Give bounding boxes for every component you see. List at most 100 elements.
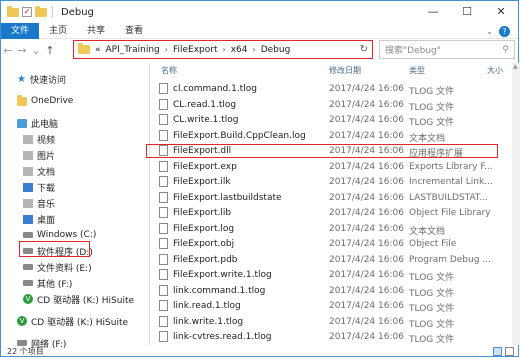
chevron-right-icon[interactable]: ›	[223, 45, 226, 54]
file-icon	[159, 331, 168, 342]
expand-ribbon-icon[interactable]: ⌄	[486, 27, 493, 36]
documents-icon	[23, 166, 33, 176]
pane-divider[interactable]	[149, 63, 150, 345]
drive-icon	[23, 280, 33, 286]
chevron-right-icon[interactable]: ›	[165, 45, 168, 54]
breadcrumb-debug[interactable]: Debug	[261, 45, 291, 55]
table-row[interactable]: FileExport.Build.CppClean.log 2017/4/24 1…	[151, 129, 511, 144]
table-row[interactable]: FileExport.lib 2017/4/24 16:06 Object File…	[151, 206, 511, 221]
sidebar-item-music[interactable]: 音乐	[23, 195, 55, 211]
sidebar-item-drive-e[interactable]: 文件资料 (E:)	[23, 259, 92, 275]
computer-icon	[17, 118, 27, 128]
file-type: TLOG 文件	[409, 335, 455, 345]
details-view-icon[interactable]	[493, 347, 502, 356]
sidebar-item-downloads[interactable]: 下载	[23, 179, 55, 195]
file-date: 2017/4/24 16:06	[329, 161, 404, 172]
table-row[interactable]: CL.read.1.tlog 2017/4/24 16:06 TLOG 文件	[151, 98, 511, 113]
file-type: TLOG 文件	[409, 273, 455, 283]
desktop-icon	[23, 214, 33, 224]
chevron-right-icon[interactable]: ›	[253, 45, 256, 54]
minimize-button[interactable]: —	[416, 1, 450, 23]
table-row[interactable]: FileExport.lastbuildstate 2017/4/24 16:06…	[151, 191, 511, 206]
music-icon	[23, 198, 33, 208]
sidebar-item-cd-drive-root[interactable]: V CD 驱动器 (K:) HiSuite	[17, 313, 128, 329]
file-icon	[159, 238, 168, 249]
breadcrumb-x64[interactable]: x64	[231, 45, 248, 55]
table-row[interactable]: FileExport.obj 2017/4/24 16:06 Object File	[151, 237, 511, 252]
table-row[interactable]: link.write.1.tlog 2017/4/24 16:06 TLOG 文件	[151, 315, 511, 330]
quick-access-toolbar: ✓	[1, 5, 55, 18]
maximize-button[interactable]: ☐	[450, 1, 484, 23]
file-date: 2017/4/24 16:06	[329, 254, 404, 265]
column-name[interactable]: 名称	[161, 65, 177, 76]
table-row[interactable]: FileExport.pdb 2017/4/24 16:06 Program Deb…	[151, 253, 511, 268]
sidebar-item-quick-access[interactable]: ★ 快速访问	[17, 71, 66, 87]
tab-share[interactable]: 共享	[77, 23, 115, 39]
hisuite-icon: V	[17, 316, 27, 326]
table-row[interactable]: FileExport.ilk 2017/4/24 16:06 Incremental…	[151, 175, 511, 190]
breadcrumb-overflow[interactable]: «	[95, 45, 101, 55]
table-row[interactable]: FileExport.log 2017/4/24 16:06 文本文档	[151, 222, 511, 237]
refresh-icon[interactable]: ↻	[360, 44, 368, 55]
close-button[interactable]: ✕	[484, 1, 518, 23]
folder-icon	[78, 43, 90, 54]
file-name: link.command.1.tlog	[173, 285, 266, 296]
table-row[interactable]: cl.command.1.tlog 2017/4/24 16:06 TLOG 文件	[151, 82, 511, 97]
file-name: link-cvtres.read.1.tlog	[173, 332, 272, 342]
column-date[interactable]: 修改日期	[329, 65, 361, 76]
address-path-box[interactable]: « API_Training › FileExport › x64 › Debu…	[73, 40, 373, 59]
folder-icon	[17, 94, 27, 106]
file-date: 2017/4/24 16:06	[329, 177, 404, 187]
sidebar-item-pictures[interactable]: 图片	[23, 147, 55, 163]
sidebar-item-videos[interactable]: 视频	[23, 131, 55, 147]
file-name: FileExport.lib	[173, 208, 232, 218]
search-icon[interactable]: ⚲	[502, 45, 509, 55]
vertical-scrollbar[interactable]: ▲	[512, 63, 520, 345]
column-type[interactable]: 类型	[409, 65, 425, 76]
table-row[interactable]: FileExport.exp 2017/4/24 16:06 Exports Lib…	[151, 160, 511, 175]
file-type: 文本文档	[409, 133, 446, 144]
table-row[interactable]: CL.write.1.tlog 2017/4/24 16:06 TLOG 文件	[151, 113, 511, 128]
back-button[interactable]: ←	[1, 44, 15, 57]
sidebar-item-cd-drive[interactable]: V CD 驱动器 (K:) HiSuite	[23, 291, 134, 307]
scroll-up-icon[interactable]: ▲	[513, 63, 518, 70]
address-bar-row: ← → ⌄ ↑ « API_Training › FileExport › x6…	[1, 39, 518, 61]
tab-file[interactable]: 文件	[1, 22, 40, 39]
large-icons-view-icon[interactable]	[505, 347, 514, 356]
up-button[interactable]: ↑	[43, 44, 57, 57]
search-input[interactable]: 搜索"Debug" ⚲	[379, 40, 515, 59]
breadcrumb-fileexport[interactable]: FileExport	[173, 45, 218, 55]
toolbar-divider	[52, 6, 53, 18]
table-row[interactable]: link.read.1.tlog 2017/4/24 16:06 TLOG 文件	[151, 299, 511, 314]
file-date: 2017/4/24 16:06	[329, 270, 404, 280]
column-size[interactable]: 大小	[487, 65, 503, 76]
help-icon[interactable]: ?	[499, 25, 510, 37]
file-type: TLOG 文件	[409, 304, 455, 314]
file-name: cl.command.1.tlog	[173, 84, 257, 94]
sidebar-item-documents[interactable]: 文档	[23, 163, 55, 179]
sidebar-item-drive-f[interactable]: 其他 (F:)	[23, 275, 72, 291]
new-folder-icon[interactable]	[35, 5, 47, 17]
file-icon	[159, 253, 168, 265]
sidebar-item-desktop[interactable]: 桌面	[23, 211, 55, 227]
file-date: 2017/4/24 16:06	[329, 130, 404, 141]
table-row[interactable]: FileExport.write.1.tlog 2017/4/24 16:06 TL…	[151, 268, 511, 283]
forward-button[interactable]: →	[15, 44, 29, 57]
title-bar: ✓ Debug — ☐ ✕	[1, 1, 518, 23]
sidebar-item-this-pc[interactable]: 此电脑	[17, 115, 58, 131]
file-icon	[159, 222, 168, 234]
file-date: 2017/4/24 16:06	[329, 192, 404, 203]
table-row[interactable]: link.command.1.tlog 2017/4/24 16:06 TLOG 文…	[151, 284, 511, 299]
file-type: Exports Library F...	[409, 161, 493, 172]
tab-home[interactable]: 主页	[39, 23, 77, 39]
file-icon	[159, 207, 168, 218]
file-date: 2017/4/24 16:06	[329, 239, 404, 249]
video-icon	[23, 134, 33, 144]
table-row[interactable]: link-cvtres.read.1.tlog 2017/4/24 16:06 TL…	[151, 330, 511, 345]
sidebar-item-onedrive[interactable]: OneDrive	[17, 93, 73, 109]
tab-view[interactable]: 查看	[115, 23, 153, 39]
file-type: Object File Library	[409, 208, 491, 218]
recent-locations-button[interactable]: ⌄	[29, 44, 43, 57]
properties-check-icon[interactable]: ✓	[22, 7, 32, 17]
breadcrumb-api-training[interactable]: API_Training	[106, 45, 160, 55]
